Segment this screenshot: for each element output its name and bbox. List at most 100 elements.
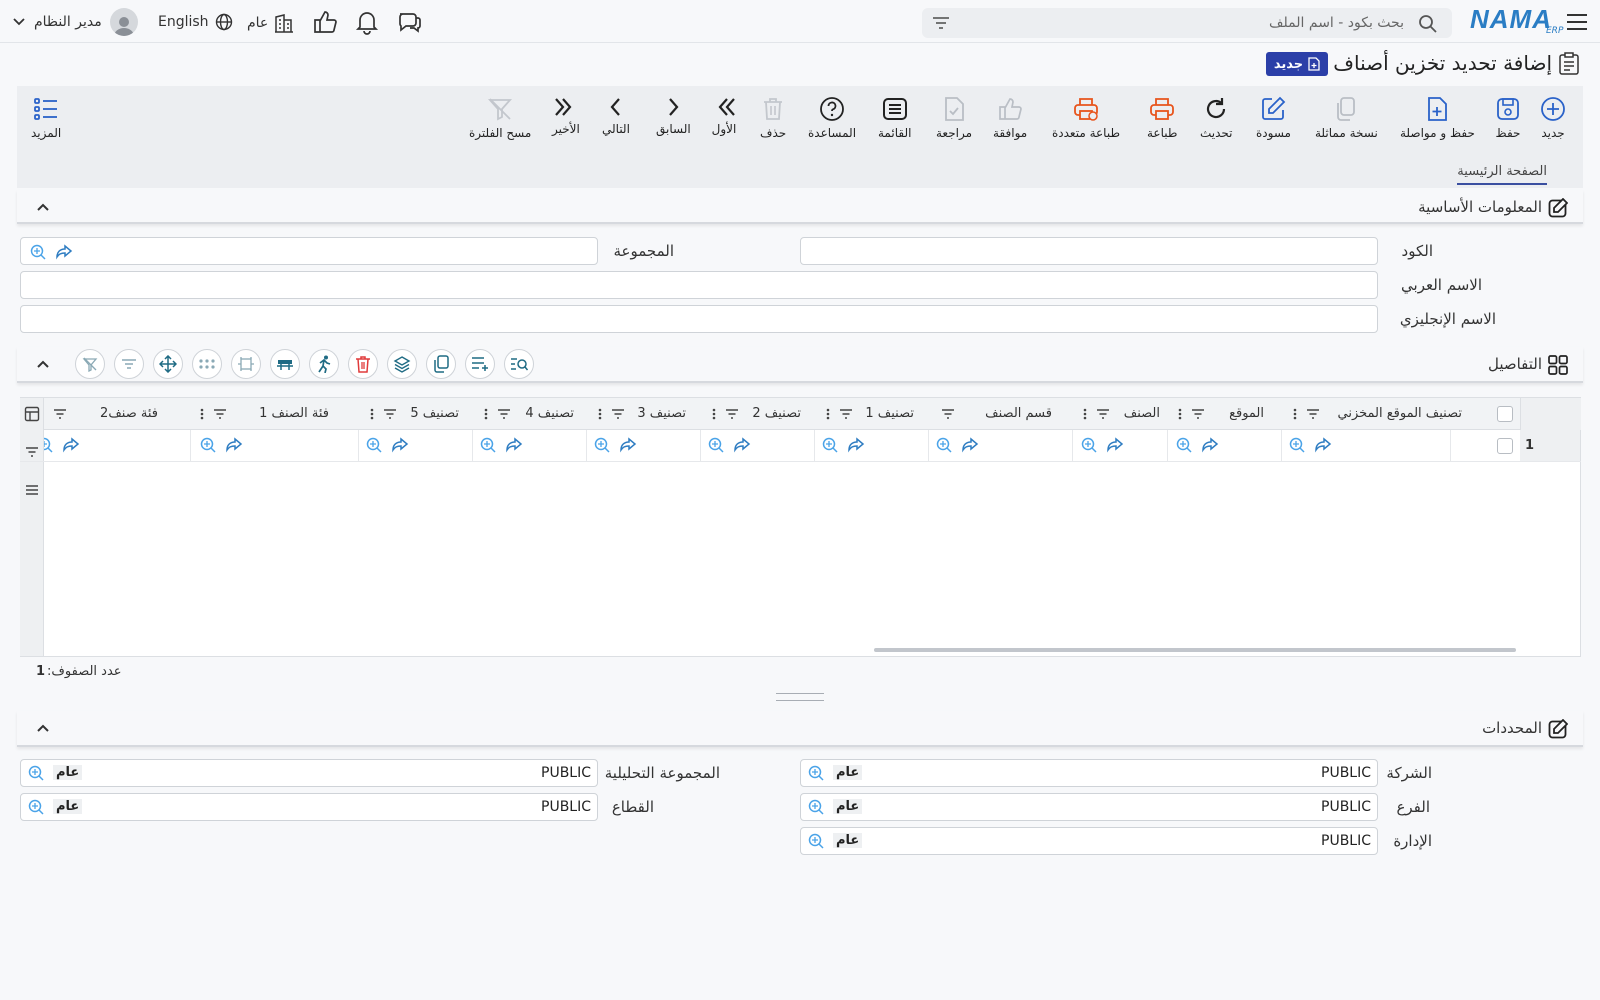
save-continue-button[interactable]: حفظ و مواصلة xyxy=(1400,96,1475,140)
print-button[interactable]: طباعة xyxy=(1147,96,1177,140)
cell-divider xyxy=(1167,430,1168,462)
column-menu-icon[interactable] xyxy=(712,407,742,421)
search-plus-icon xyxy=(821,436,839,454)
chat-icon[interactable] xyxy=(396,9,422,35)
cell-actions[interactable] xyxy=(479,436,523,454)
clear-filter-button[interactable]: مسح الفلترة xyxy=(469,96,531,140)
filter-icon[interactable] xyxy=(932,15,950,31)
first-button[interactable]: الأول xyxy=(711,96,737,136)
refresh-button[interactable]: تحديث xyxy=(1200,96,1233,140)
run-button[interactable] xyxy=(309,349,339,379)
clear-filter-button[interactable] xyxy=(75,349,105,379)
analytic-group-field[interactable]: PUBLIC عام xyxy=(20,759,598,787)
thumbs-up-icon[interactable] xyxy=(312,9,338,35)
code-field[interactable] xyxy=(800,237,1378,265)
basic-info-header[interactable] xyxy=(17,190,1583,224)
copy-button[interactable]: نسخة مماثلة xyxy=(1315,96,1378,140)
column-menu-icon[interactable] xyxy=(1178,407,1208,421)
help-button[interactable]: المساعدة xyxy=(808,96,856,140)
cell-actions[interactable] xyxy=(1080,436,1124,454)
column-menu-icon[interactable] xyxy=(598,407,628,421)
cell-actions[interactable] xyxy=(44,436,80,454)
branch-field[interactable]: PUBLIC عام xyxy=(800,793,1378,821)
select-all-checkbox[interactable] xyxy=(1497,406,1513,422)
layers-icon xyxy=(393,356,411,373)
column-menu-icon[interactable] xyxy=(370,407,400,421)
move-button[interactable] xyxy=(153,349,183,379)
column-filter-icon[interactable] xyxy=(52,407,68,421)
english-name-label: الاسم الإنجليزي xyxy=(1399,310,1496,328)
sector-field[interactable]: PUBLIC عام xyxy=(20,793,598,821)
column-menu-icon[interactable] xyxy=(826,407,856,421)
list-button[interactable]: القائمة xyxy=(878,96,911,140)
dots-grid-button[interactable] xyxy=(192,349,222,379)
column-menu-icon[interactable] xyxy=(1293,407,1323,421)
approve-button[interactable]: موافقة xyxy=(993,96,1027,140)
draft-button[interactable]: مسودة xyxy=(1256,96,1291,140)
column-header[interactable]: قسم الصنف xyxy=(950,406,1052,421)
company-selector[interactable]: عام xyxy=(247,13,294,33)
determinants-header[interactable] xyxy=(17,711,1583,747)
more-button[interactable]: المزيد xyxy=(31,96,61,140)
search-box[interactable]: بحث بكود - اسم الملف xyxy=(922,8,1452,38)
corner-header xyxy=(1520,398,1581,430)
bell-icon[interactable] xyxy=(354,9,380,35)
share-arrow-icon[interactable] xyxy=(55,243,73,261)
filter-button[interactable] xyxy=(114,349,144,379)
save-button[interactable]: حفظ xyxy=(1495,96,1521,140)
cell-actions[interactable] xyxy=(593,436,637,454)
side-filter-icon[interactable] xyxy=(24,445,40,459)
resize-handle[interactable] xyxy=(776,693,824,701)
table-split-button[interactable] xyxy=(270,349,300,379)
row-checkbox[interactable] xyxy=(1497,438,1513,454)
chevron-down-icon xyxy=(12,15,26,29)
layers-button[interactable] xyxy=(387,349,417,379)
cell-actions[interactable] xyxy=(1175,436,1219,454)
last-button[interactable]: الأخير xyxy=(552,96,580,136)
column-menu-icon[interactable] xyxy=(1083,407,1113,421)
new-button[interactable]: جديد xyxy=(1540,96,1566,140)
column-header[interactable]: فئة الصنف 1 xyxy=(225,406,329,421)
column-filter-icon[interactable] xyxy=(940,407,956,421)
fit-columns-button[interactable] xyxy=(231,349,261,379)
avatar xyxy=(109,8,138,36)
side-menu-icon[interactable] xyxy=(24,483,40,497)
determinants-title: المحددات xyxy=(1482,719,1542,737)
prev-button[interactable]: السابق xyxy=(656,96,691,136)
hamburger-menu-icon[interactable] xyxy=(1566,12,1588,32)
column-menu-icon[interactable] xyxy=(484,407,514,421)
cell-actions[interactable] xyxy=(821,436,865,454)
collapse-icon[interactable] xyxy=(36,357,50,371)
search-rows-button[interactable] xyxy=(504,349,534,379)
department-label: الإدارة xyxy=(1393,832,1432,850)
collapse-icon[interactable] xyxy=(36,721,50,735)
column-header[interactable]: فئة صنف2 xyxy=(80,406,158,421)
next-button[interactable]: التالي xyxy=(602,96,630,136)
language-switch[interactable]: English xyxy=(158,13,233,31)
table-row[interactable] xyxy=(20,430,1581,462)
arabic-name-field[interactable] xyxy=(20,271,1378,299)
columns-toggle-icon[interactable] xyxy=(24,406,40,422)
horizontal-scrollbar[interactable] xyxy=(874,648,1516,652)
search-input[interactable]: بحث بكود - اسم الملف xyxy=(1269,15,1404,31)
column-menu-icon[interactable] xyxy=(200,407,230,421)
cell-actions[interactable] xyxy=(199,436,243,454)
add-row-button[interactable] xyxy=(465,349,495,379)
cell-actions[interactable] xyxy=(707,436,751,454)
department-field[interactable]: PUBLIC عام xyxy=(800,827,1378,855)
collapse-icon[interactable] xyxy=(36,200,50,214)
english-name-field[interactable] xyxy=(20,305,1378,333)
cell-actions[interactable] xyxy=(365,436,409,454)
delete-button[interactable]: حذف xyxy=(760,96,786,140)
delete-row-button[interactable] xyxy=(348,349,378,379)
copy-row-button[interactable] xyxy=(426,349,456,379)
tab-home[interactable]: الصفحة الرئيسية xyxy=(1457,164,1547,185)
group-field[interactable] xyxy=(20,237,598,265)
user-menu[interactable]: مدير النظام xyxy=(12,8,138,36)
cell-actions[interactable] xyxy=(935,436,979,454)
review-button[interactable]: مراجعة xyxy=(936,96,972,140)
search-plus-icon[interactable] xyxy=(29,243,47,261)
cell-actions[interactable] xyxy=(1288,436,1332,454)
company-field[interactable]: PUBLIC عام xyxy=(800,759,1378,787)
multi-print-button[interactable]: طباعة متعددة xyxy=(1052,96,1120,140)
